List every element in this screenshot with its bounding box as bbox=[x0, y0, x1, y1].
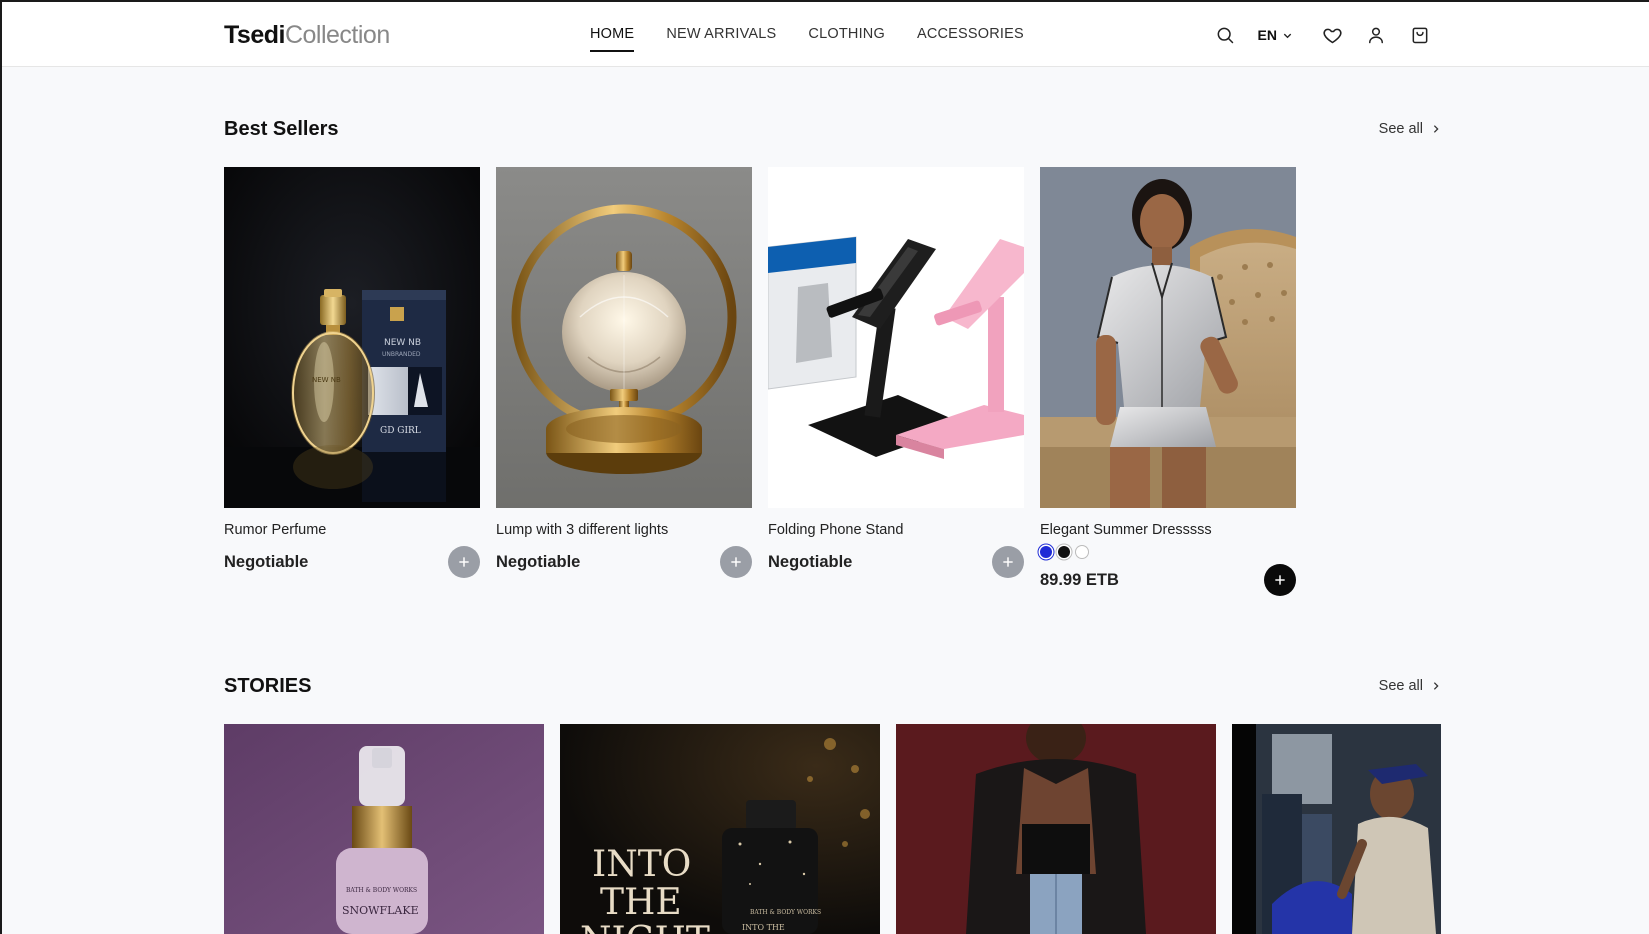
nav-new-arrivals[interactable]: NEW ARRIVALS bbox=[666, 26, 776, 52]
story-card[interactable] bbox=[896, 724, 1216, 934]
story-card[interactable] bbox=[1232, 724, 1441, 934]
svg-text:UNBRANDED: UNBRANDED bbox=[382, 351, 421, 358]
swatch-black[interactable] bbox=[1058, 546, 1070, 558]
product-name[interactable]: Rumor Perfume bbox=[224, 522, 480, 538]
brand-logo[interactable]: TsediCollection bbox=[224, 21, 390, 50]
header-tools: EN bbox=[1192, 24, 1431, 46]
product-image-perfume[interactable]: NEW NB UNBRANDED GD GIRL NEW NB bbox=[224, 167, 480, 508]
brand-name-bold: Tsedi bbox=[224, 21, 285, 49]
product-image-summer-dress[interactable] bbox=[1040, 167, 1296, 508]
product-card[interactable]: Elegant Summer Dresssss 89.99 ETB bbox=[1040, 167, 1296, 596]
story-text: SNOWFLAKE bbox=[342, 904, 419, 917]
product-name[interactable]: Folding Phone Stand bbox=[768, 522, 1024, 538]
see-all-label: See all bbox=[1378, 121, 1423, 137]
stories-title: STORIES bbox=[224, 675, 312, 697]
chevron-right-icon bbox=[1433, 682, 1439, 690]
svg-text:NEW NB: NEW NB bbox=[384, 338, 421, 348]
best-sellers-see-all[interactable]: See all bbox=[1379, 121, 1441, 137]
product-card[interactable]: NEW NB UNBRANDED GD GIRL NEW NB Rumor Pe… bbox=[224, 167, 480, 578]
story-card[interactable]: BATH & BODY WORKS SNOWFLAKE bbox=[224, 724, 544, 934]
see-all-label: See all bbox=[1378, 678, 1423, 694]
plus-icon bbox=[459, 557, 469, 567]
plus-icon bbox=[731, 557, 741, 567]
product-price: Negotiable bbox=[496, 553, 581, 571]
user-icon[interactable] bbox=[1365, 24, 1387, 46]
best-sellers-title: Best Sellers bbox=[224, 118, 339, 140]
heart-icon[interactable] bbox=[1321, 24, 1343, 46]
nav-accessories[interactable]: ACCESSORIES bbox=[917, 26, 1024, 52]
nav-home[interactable]: HOME bbox=[590, 26, 635, 52]
add-to-cart-button[interactable] bbox=[448, 546, 480, 578]
shopping-bag-icon[interactable] bbox=[1409, 24, 1431, 46]
svg-text:NEW NB: NEW NB bbox=[312, 376, 341, 384]
brand-name-light: Collection bbox=[284, 21, 390, 49]
product-image-lamp[interactable] bbox=[496, 167, 752, 508]
product-card[interactable]: Folding Phone Stand Negotiable bbox=[768, 167, 1024, 578]
product-price: Negotiable bbox=[768, 553, 853, 571]
plus-icon bbox=[1003, 557, 1013, 567]
story-text: THE bbox=[600, 882, 682, 923]
story-text: INTO THE bbox=[742, 923, 785, 932]
search-icon[interactable] bbox=[1214, 24, 1236, 46]
story-text: NIGHT bbox=[580, 920, 710, 934]
product-card[interactable]: Lump with 3 different lights Negotiable bbox=[496, 167, 752, 578]
story-text: BATH & BODY WORKS bbox=[346, 887, 417, 894]
svg-text:GD GIRL: GD GIRL bbox=[380, 426, 421, 436]
plus-icon bbox=[1275, 575, 1285, 585]
product-image-phone-stand[interactable] bbox=[768, 167, 1024, 508]
swatch-blue[interactable] bbox=[1040, 546, 1052, 558]
color-swatches bbox=[1040, 546, 1296, 558]
site-header: TsediCollection HOME NEW ARRIVALS CLOTHI… bbox=[2, 2, 1649, 67]
add-to-cart-button[interactable] bbox=[992, 546, 1024, 578]
chevron-down-icon bbox=[1283, 33, 1292, 38]
story-card[interactable]: INTO THE NIGHT BATH & BODY WORKS INTO TH… bbox=[560, 724, 880, 934]
product-name[interactable]: Elegant Summer Dresssss bbox=[1040, 522, 1296, 538]
stories-see-all[interactable]: See all bbox=[1379, 678, 1441, 694]
add-to-cart-button[interactable] bbox=[720, 546, 752, 578]
story-text: INTO bbox=[592, 844, 691, 885]
main-nav: HOME NEW ARRIVALS CLOTHING ACCESSORIES bbox=[590, 26, 1056, 52]
nav-clothing[interactable]: CLOTHING bbox=[808, 26, 885, 52]
language-select[interactable]: EN bbox=[1258, 27, 1293, 43]
product-name[interactable]: Lump with 3 different lights bbox=[496, 522, 752, 538]
story-text: BATH & BODY WORKS bbox=[750, 909, 821, 916]
product-price: 89.99 ETB bbox=[1040, 571, 1119, 589]
product-price: Negotiable bbox=[224, 553, 309, 571]
swatch-white[interactable] bbox=[1076, 546, 1088, 558]
language-label: EN bbox=[1257, 27, 1277, 43]
add-to-cart-button[interactable] bbox=[1264, 564, 1296, 596]
chevron-right-icon bbox=[1433, 125, 1439, 133]
